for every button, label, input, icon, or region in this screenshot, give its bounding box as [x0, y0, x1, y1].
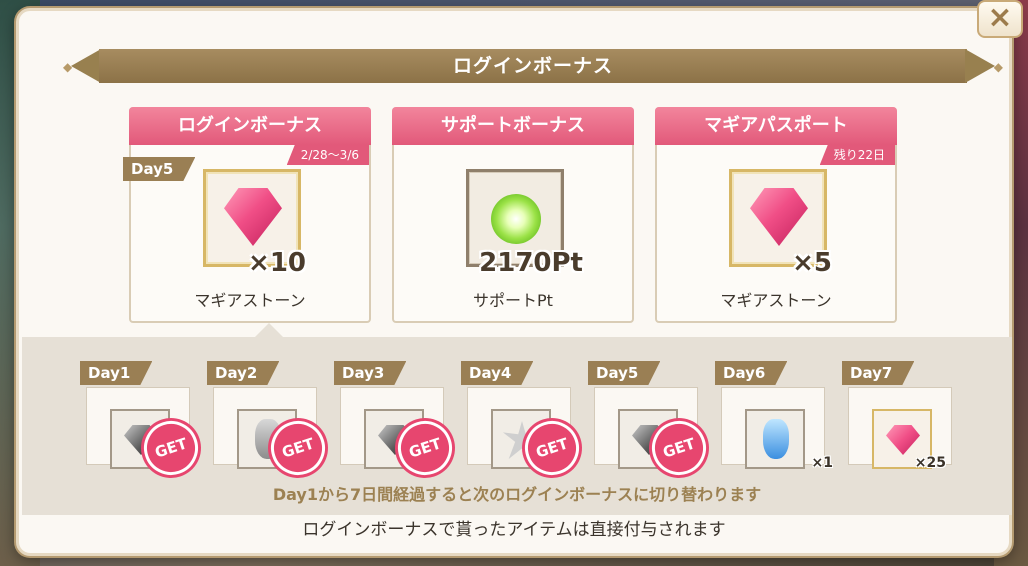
day-label: Day2	[207, 361, 279, 385]
rotation-note: Day1から7日間経過すると次のログインボーナスに切り替わります	[272, 485, 762, 504]
card-header: サポートボーナス	[392, 107, 634, 145]
card-header: マギアパスポート	[655, 107, 897, 145]
login-bonus-card: ログインボーナス 2/28～3/6 Day5 ×10 マギアストーン	[129, 107, 371, 323]
support-point-icon	[491, 194, 541, 244]
close-icon: ×	[987, 0, 1013, 35]
footer-note: ログインボーナスで貰ったアイテムは直接付与されます	[302, 520, 726, 540]
magia-stone-icon	[224, 188, 282, 246]
remaining-days: 残り22日	[819, 145, 895, 165]
reward-item-frame[interactable]: ×5	[729, 169, 832, 278]
login-bonus-dialog: ◆ ◆ ログインボーナス ログインボーナス 2/28～3/6 Day5 ×10 …	[16, 8, 1012, 556]
magia-passport-card: マギアパスポート 残り22日 ×5 マギアストーン	[655, 107, 897, 323]
blue-potion-icon	[763, 419, 789, 459]
reward-frame: ×25	[872, 409, 946, 471]
reward-quantity: ×10	[248, 248, 306, 278]
day-label: Day5	[588, 361, 660, 385]
reward-name: マギアストーン	[720, 291, 832, 310]
reward-quantity: ×25	[914, 455, 946, 471]
day-label: Day1	[80, 361, 152, 385]
magia-stone-icon	[750, 188, 808, 246]
reward-quantity: ×1	[811, 455, 833, 471]
daily-rewards-strip: Day1 GET Day2 GET Day3 GET Day4 GET Day5…	[22, 337, 1012, 515]
day-cell[interactable]: Day6 ×1	[721, 361, 833, 471]
dialog-title: ログインボーナス	[452, 55, 613, 77]
reward-name: サポートPt	[473, 291, 553, 310]
reward-quantity: 2170Pt	[479, 248, 583, 278]
day-label: Day4	[461, 361, 533, 385]
reward-frame: ×1	[745, 409, 833, 471]
reward-item-frame[interactable]: 2170Pt	[466, 169, 583, 278]
reward-name: マギアストーン	[194, 291, 306, 310]
magia-stone-icon	[886, 425, 920, 455]
day-cell[interactable]: Day2 GET	[213, 361, 333, 483]
day-cell[interactable]: Day5 GET	[594, 361, 714, 483]
current-day-tag: Day5	[123, 157, 195, 181]
day-cell[interactable]: Day7 ×25	[848, 361, 952, 471]
reward-item-frame[interactable]: ×10	[203, 169, 306, 278]
support-bonus-card: サポートボーナス 2170Pt サポートPt	[392, 107, 634, 323]
day-cell[interactable]: Day4 GET	[467, 361, 587, 483]
day-cell[interactable]: Day3 GET	[340, 361, 460, 483]
reward-quantity: ×5	[792, 248, 832, 278]
close-button[interactable]: ×	[977, 0, 1023, 38]
card-period: 2/28～3/6	[286, 145, 369, 165]
title-banner: ◆ ◆ ログインボーナス	[63, 49, 1003, 83]
day-label: Day3	[334, 361, 406, 385]
card-header: ログインボーナス	[129, 107, 371, 145]
day-cell[interactable]: Day1 GET	[86, 361, 206, 483]
day-label: Day6	[715, 361, 787, 385]
current-card-pointer	[255, 323, 283, 337]
day-label: Day7	[842, 361, 914, 385]
